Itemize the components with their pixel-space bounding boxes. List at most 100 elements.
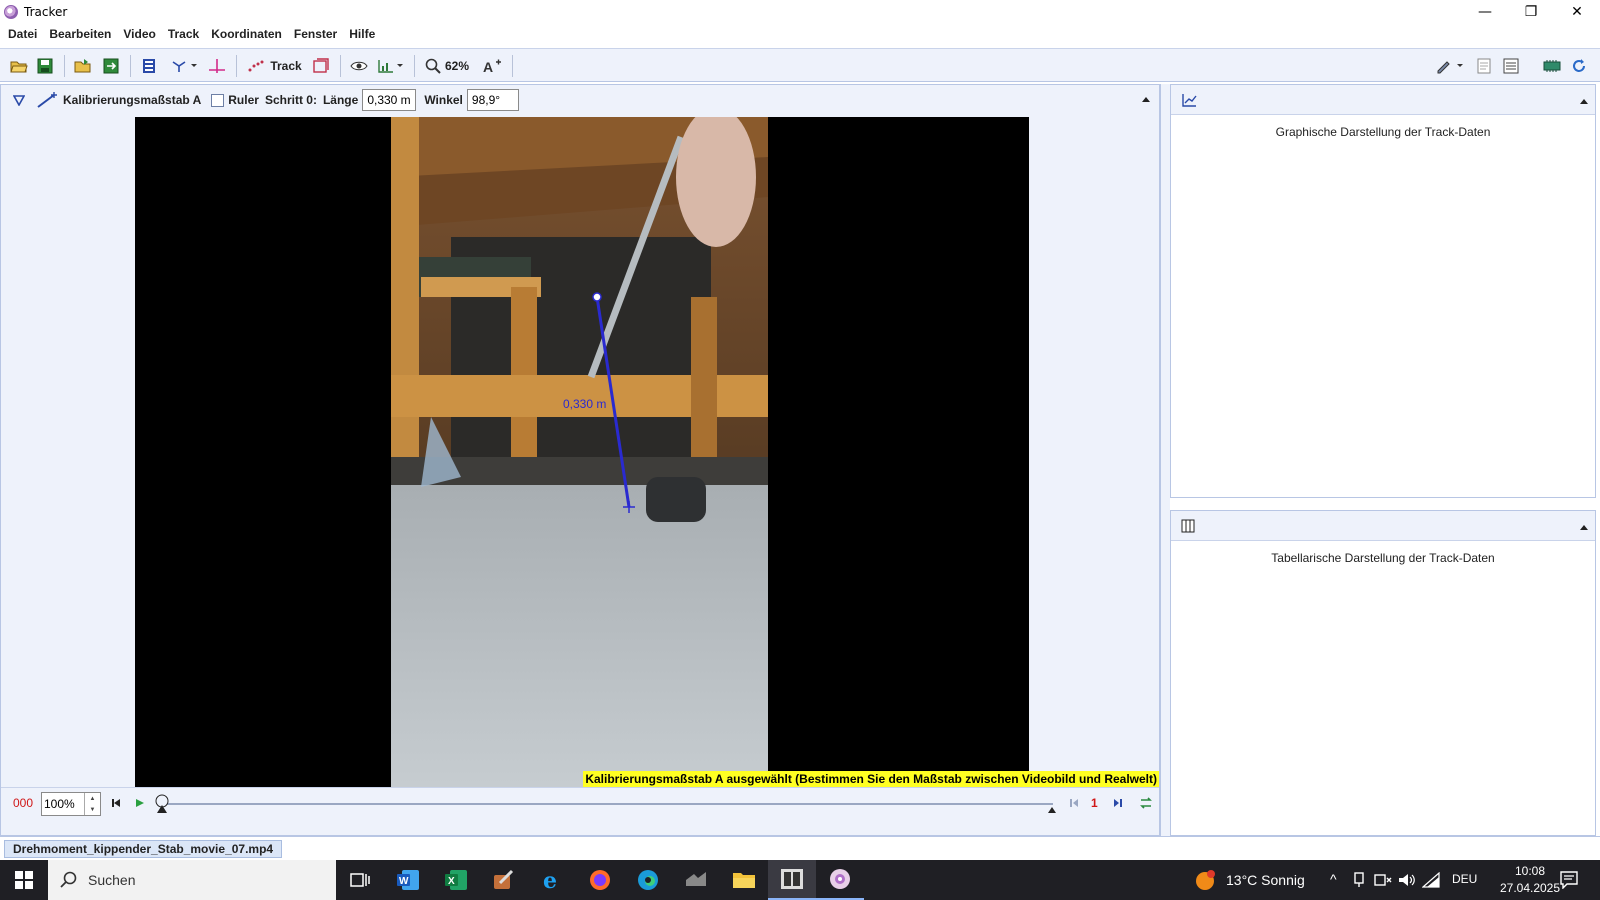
video-frame[interactable]: 0,330 m xyxy=(135,117,1029,787)
table-icon[interactable] xyxy=(1181,519,1195,533)
step-forward-icon[interactable] xyxy=(1113,798,1123,808)
spin-down-icon[interactable]: ▼ xyxy=(90,807,96,813)
menu-hilfe[interactable]: Hilfe xyxy=(343,27,381,41)
search-icon xyxy=(60,871,77,888)
status-message: Kalibrierungsmaßstab A ausgewählt (Besti… xyxy=(583,771,1159,787)
frame-slider[interactable] xyxy=(163,803,1053,805)
ruler-checkbox[interactable] xyxy=(211,93,225,107)
table-panel: Tabellarische Darstellung der Track-Date… xyxy=(1170,510,1596,836)
file-explorer-icon[interactable] xyxy=(720,860,768,900)
video-view[interactable]: 0,330 m Kalibrierungsmaßstab A ausgewähl… xyxy=(5,117,1159,787)
network-status-icon[interactable] xyxy=(1374,872,1392,888)
svg-text:W: W xyxy=(399,876,409,887)
collapse-up-icon[interactable] xyxy=(1579,523,1589,531)
svg-text:X: X xyxy=(448,876,455,887)
tracker-app-icon[interactable] xyxy=(816,860,864,900)
open-file-icon[interactable] xyxy=(72,56,94,76)
volume-icon[interactable] xyxy=(1398,872,1416,888)
plot-panel-header xyxy=(1171,85,1595,115)
tracker-logo-icon xyxy=(4,5,18,19)
pencil-icon[interactable] xyxy=(1434,56,1466,76)
spin-up-icon[interactable]: ▲ xyxy=(90,796,96,802)
tray-chevron-icon[interactable]: ^ xyxy=(1330,871,1337,887)
slider-thumb[interactable] xyxy=(155,794,169,814)
minimize-button[interactable]: — xyxy=(1462,0,1508,24)
internet-explorer-icon[interactable]: e xyxy=(528,860,576,900)
filter-triangle-icon[interactable] xyxy=(13,94,25,106)
video-app-icon[interactable] xyxy=(768,860,816,900)
excel-icon[interactable]: X xyxy=(432,860,480,900)
menu-datei[interactable]: Datei xyxy=(2,27,43,41)
main-toolbar: Track 62% A xyxy=(0,48,1600,82)
step-back-icon[interactable] xyxy=(1069,798,1079,808)
title-bar: Tracker — ❐ ✕ xyxy=(0,0,1600,24)
properties-icon[interactable] xyxy=(1500,56,1522,76)
angle-field[interactable]: 98,9° xyxy=(466,89,519,111)
clock-time[interactable]: 10:08 xyxy=(1500,864,1560,878)
menu-koordinaten[interactable]: Koordinaten xyxy=(205,27,288,41)
track-control-icon[interactable] xyxy=(310,56,332,76)
language-indicator[interactable]: DEU xyxy=(1452,872,1477,886)
length-label: Länge xyxy=(322,93,359,107)
measure-label: 0,330 m xyxy=(563,397,607,411)
windows-icon xyxy=(15,871,33,889)
eye-icon[interactable] xyxy=(348,56,370,76)
split-divider[interactable] xyxy=(1160,84,1170,836)
firefox-icon[interactable] xyxy=(576,860,624,900)
font-size-icon[interactable]: A xyxy=(480,56,504,76)
calibration-tools-icon[interactable] xyxy=(170,56,200,76)
tool-name[interactable]: Kalibrierungsmaßstab A xyxy=(63,93,201,107)
axes-icon[interactable] xyxy=(206,56,228,76)
create-track-button[interactable]: Track xyxy=(246,56,304,76)
play-icon[interactable] xyxy=(135,798,145,808)
wifi-icon[interactable] xyxy=(1422,872,1440,888)
memory-icon[interactable] xyxy=(1540,56,1564,76)
tools-app-icon[interactable] xyxy=(480,860,528,900)
task-view-icon[interactable] xyxy=(336,860,384,900)
notifications-icon[interactable] xyxy=(1560,871,1578,889)
go-to-start-icon[interactable] xyxy=(111,798,121,808)
zoom-level: 62% xyxy=(444,59,470,73)
zoom-button[interactable]: 62% xyxy=(424,56,470,76)
clip-settings-icon[interactable] xyxy=(138,56,160,76)
taskbar-search[interactable]: Suchen xyxy=(48,860,336,900)
file-tab[interactable]: Drehmoment_kippender_Stab_movie_07.mp4 xyxy=(4,840,283,858)
weather-text[interactable]: 13°C Sonnig xyxy=(1226,872,1305,888)
plot-icon[interactable] xyxy=(1181,93,1197,107)
angle-label: Winkel xyxy=(424,93,463,107)
word-icon[interactable]: W xyxy=(384,860,432,900)
refresh-icon[interactable] xyxy=(1568,56,1590,76)
plot-panel: Graphische Darstellung der Track-Daten xyxy=(1170,84,1596,498)
save-icon[interactable] xyxy=(34,56,56,76)
length-field[interactable]: 0,330 m xyxy=(362,89,417,111)
maximize-button[interactable]: ❐ xyxy=(1508,0,1554,24)
plot-panel-title: Graphische Darstellung der Track-Daten xyxy=(1275,125,1491,139)
menu-fenster[interactable]: Fenster xyxy=(288,27,343,41)
rate-spinner[interactable]: 100% ▲ ▼ xyxy=(41,792,101,816)
loop-icon[interactable] xyxy=(1139,796,1153,810)
collapse-up-icon[interactable] xyxy=(1579,97,1589,105)
menu-bearbeiten[interactable]: Bearbeiten xyxy=(43,27,117,41)
frame-number: 000 xyxy=(13,796,34,810)
trail-chart-icon[interactable] xyxy=(376,56,406,76)
step-size[interactable]: 1 xyxy=(1091,796,1098,810)
collapse-up-icon[interactable] xyxy=(1141,95,1151,103)
weather-sun-icon[interactable] xyxy=(1194,869,1216,891)
edge-icon[interactable] xyxy=(624,860,672,900)
utility-app-icon[interactable] xyxy=(672,860,720,900)
notes-icon[interactable] xyxy=(1474,56,1494,76)
menu-video[interactable]: Video xyxy=(117,27,161,41)
player-bar: 000 100% ▲ ▼ 1 xyxy=(1,787,1159,817)
start-button[interactable] xyxy=(0,860,48,900)
close-button[interactable]: ✕ xyxy=(1554,0,1600,24)
calibration-stick-icon[interactable] xyxy=(37,92,59,108)
usb-icon[interactable] xyxy=(1352,872,1366,888)
ruler-label: Ruler xyxy=(228,93,259,107)
end-marker-icon[interactable] xyxy=(1047,806,1057,814)
menu-track[interactable]: Track xyxy=(162,27,205,41)
open-folder-icon[interactable] xyxy=(8,56,30,76)
video-image: 0,330 m xyxy=(391,117,768,787)
export-icon[interactable] xyxy=(100,56,122,76)
table-panel-header xyxy=(1171,511,1595,541)
file-tab-bar: Drehmoment_kippender_Stab_movie_07.mp4 xyxy=(0,836,1600,860)
